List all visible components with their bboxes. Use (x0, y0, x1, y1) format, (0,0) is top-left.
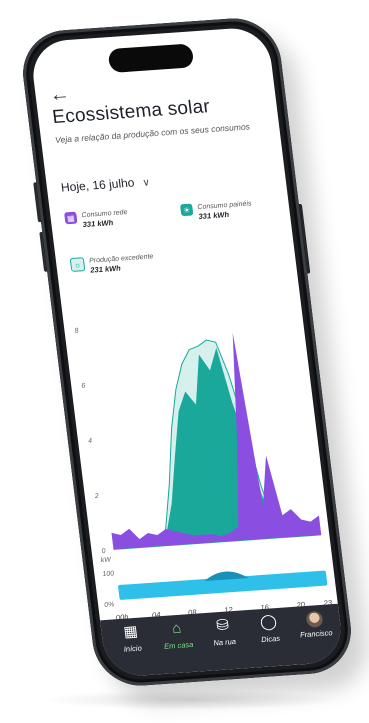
y-tick-label: 8 (74, 328, 79, 335)
bulb-icon: ◯ (259, 613, 278, 632)
y-tick-label: 2 (94, 493, 100, 500)
mini-chart-label: 0% (104, 601, 115, 609)
home-icon: ⌂ (171, 619, 183, 638)
nav-label: Francisco (299, 628, 334, 640)
y-tick-label: 0 (101, 548, 106, 555)
nav-label: Em casa (163, 639, 194, 651)
car-icon: ⛁ (215, 616, 230, 635)
mini-chart-label: 100 (102, 570, 115, 578)
avatar-icon (305, 610, 324, 628)
energy-chart: 86420kW1000%00h 04 08 12 16 20 23 (74, 328, 333, 623)
phone-screen: ← Ecossistema solar Veja a relação da pr… (29, 26, 345, 678)
nav-label: Dicas (260, 633, 281, 645)
grid-icon: ▦ (122, 622, 139, 641)
nav-label: Início (123, 643, 143, 654)
nav-item-francisco[interactable]: Francisco (288, 608, 341, 640)
phone-mockup: ← Ecossistema solar Veja a relação da pr… (0, 0, 369, 723)
nav-label: Na rua (212, 636, 237, 648)
y-tick-label: 4 (88, 438, 93, 445)
y-unit-label: kW (100, 556, 112, 564)
y-tick-label: 6 (81, 383, 86, 390)
phone-body: ← Ecossistema solar Veja a relação da pr… (17, 15, 357, 689)
